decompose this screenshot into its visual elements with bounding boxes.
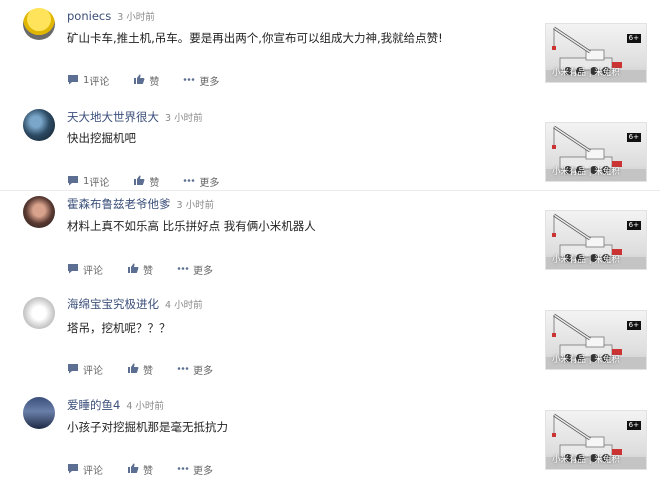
comment-text: 快出挖掘机吧 xyxy=(67,131,136,145)
comment-author[interactable]: 爱睡的鱼4 4 小时前 xyxy=(67,397,164,413)
avatar[interactable] xyxy=(23,397,55,429)
thumbs-up-icon xyxy=(127,463,143,477)
more-label: 更多 xyxy=(199,77,220,88)
more-button[interactable]: 更多 xyxy=(183,174,219,189)
more-dots-icon xyxy=(177,463,193,477)
avatar[interactable] xyxy=(23,8,55,40)
more-dots-icon xyxy=(183,175,199,189)
like-button[interactable]: 赞 xyxy=(133,73,159,88)
thumbnail-watermark: 小米有品 | 米兔积 xyxy=(552,167,620,177)
more-dots-icon xyxy=(177,263,193,277)
avatar[interactable] xyxy=(23,196,55,228)
username[interactable]: 爱睡的鱼4 xyxy=(67,398,120,412)
like-button[interactable]: 赞 xyxy=(127,462,153,477)
thumbnail-watermark: 小米有品 | 米兔积 xyxy=(552,68,620,78)
timestamp: 3 小时前 xyxy=(117,12,155,23)
like-button[interactable]: 赞 xyxy=(127,362,153,377)
timestamp: 4 小时前 xyxy=(126,401,164,412)
comment-text: 塔吊，挖机呢？？？ xyxy=(67,321,171,335)
thumbnail-badge: 6+ xyxy=(626,421,641,430)
article-thumbnail[interactable]: 6+ 小米有品 | 米兔积 xyxy=(545,210,647,270)
comment-actions: 1 评论 赞 更多 xyxy=(67,174,243,189)
comment-icon xyxy=(67,74,83,88)
reply-label: 评论 xyxy=(89,178,110,189)
comment-author[interactable]: poniecs 3 小时前 xyxy=(67,9,155,23)
like-label: 赞 xyxy=(143,366,153,377)
more-button[interactable]: 更多 xyxy=(183,73,219,88)
thumbnail-watermark: 小米有品 | 米兔积 xyxy=(552,455,620,465)
comment-author[interactable]: 霍森布鲁兹老爷他爹 3 小时前 xyxy=(67,196,214,212)
article-thumbnail[interactable]: 6+ 小米有品 | 米兔积 xyxy=(545,23,647,83)
more-label: 更多 xyxy=(193,366,213,377)
reply-label: 评论 xyxy=(89,77,110,88)
avatar[interactable] xyxy=(23,297,55,329)
username[interactable]: 海绵宝宝究极进化 xyxy=(67,297,159,311)
timestamp: 3 小时前 xyxy=(165,113,203,124)
reply-label: 评论 xyxy=(83,266,103,277)
comment-author[interactable]: 天大地大世界很大 3 小时前 xyxy=(67,109,203,125)
comment-text: 小孩子对挖掘机那是毫无抵抗力 xyxy=(67,420,228,434)
article-thumbnail[interactable]: 6+ 小米有品 | 米兔积 xyxy=(545,410,647,470)
like-label: 赞 xyxy=(149,178,160,189)
reply-label: 评论 xyxy=(83,466,103,477)
comment-actions: 评论 赞 更多 xyxy=(67,262,237,277)
comment-icon xyxy=(67,175,83,189)
more-label: 更多 xyxy=(193,466,213,477)
comment-actions: 1 评论 赞 更多 xyxy=(67,73,243,88)
comment-text: 矿山卡车,推土机,吊车。要是再出两个,你宣布可以组成大力神,我就给点赞! xyxy=(67,31,443,45)
more-label: 更多 xyxy=(199,178,220,189)
like-label: 赞 xyxy=(143,466,153,477)
thumbnail-badge: 6+ xyxy=(626,221,641,230)
like-label: 赞 xyxy=(149,77,160,88)
comment-author[interactable]: 海绵宝宝究极进化 4 小时前 xyxy=(67,296,203,312)
thumbs-up-icon xyxy=(133,175,149,189)
avatar[interactable] xyxy=(23,109,55,141)
thumbs-up-icon xyxy=(127,363,143,377)
thumbnail-watermark: 小米有品 | 米兔积 xyxy=(552,355,620,365)
comment-feed: poniecs 3 小时前 矿山卡车,推土机,吊车。要是再出两个,你宣布可以组成大力… xyxy=(0,0,660,481)
more-button[interactable]: 更多 xyxy=(177,362,213,377)
comment-icon xyxy=(67,463,83,477)
username[interactable]: poniecs xyxy=(67,9,111,23)
article-thumbnail[interactable]: 6+ 小米有品 | 米兔积 xyxy=(545,310,647,370)
username[interactable]: 霍森布鲁兹老爷他爹 xyxy=(67,197,171,211)
username[interactable]: 天大地大世界很大 xyxy=(67,110,159,124)
article-thumbnail[interactable]: 6+ 小米有品 | 米兔积 xyxy=(545,122,647,182)
thumbs-up-icon xyxy=(127,263,143,277)
thumbs-up-icon xyxy=(133,74,149,88)
divider xyxy=(0,190,660,191)
like-button[interactable]: 赞 xyxy=(127,262,153,277)
more-button[interactable]: 更多 xyxy=(177,262,213,277)
reply-button[interactable]: 1 评论 xyxy=(67,73,109,88)
reply-label: 评论 xyxy=(83,366,103,377)
more-button[interactable]: 更多 xyxy=(177,462,213,477)
timestamp: 4 小时前 xyxy=(165,300,203,311)
more-dots-icon xyxy=(177,363,193,377)
thumbnail-badge: 6+ xyxy=(626,133,641,142)
comment-actions: 评论 赞 更多 xyxy=(67,462,237,477)
like-button[interactable]: 赞 xyxy=(133,174,159,189)
reply-button[interactable]: 1 评论 xyxy=(67,174,109,189)
thumbnail-badge: 6+ xyxy=(626,321,641,330)
comment-icon xyxy=(67,263,83,277)
comment-text: 材料上真不如乐高 比乐拼好点 我有俩小米机器人 xyxy=(67,219,316,233)
comment-icon xyxy=(67,363,83,377)
like-label: 赞 xyxy=(143,266,153,277)
more-label: 更多 xyxy=(193,266,213,277)
thumbnail-watermark: 小米有品 | 米兔积 xyxy=(552,255,620,265)
reply-button[interactable]: 评论 xyxy=(67,462,103,477)
more-dots-icon xyxy=(183,74,199,88)
reply-button[interactable]: 评论 xyxy=(67,262,103,277)
thumbnail-badge: 6+ xyxy=(626,34,641,43)
reply-button[interactable]: 评论 xyxy=(67,362,103,377)
comment-actions: 评论 赞 更多 xyxy=(67,362,237,377)
timestamp: 3 小时前 xyxy=(176,200,215,211)
